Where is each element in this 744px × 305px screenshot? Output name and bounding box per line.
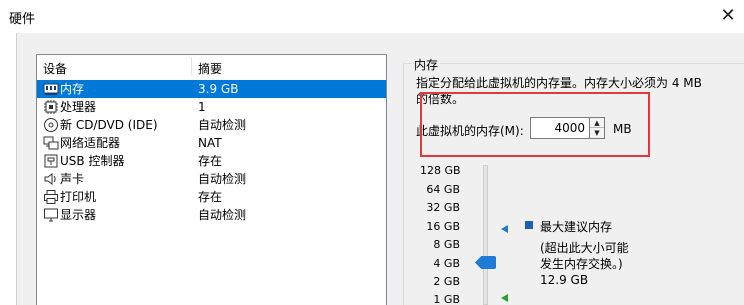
device-row-network[interactable]: 网络适配器 NAT	[37, 134, 386, 152]
device-summary: 存在	[198, 190, 223, 204]
device-summary: 自动检测	[198, 208, 247, 222]
memory-slider-track[interactable]	[483, 165, 488, 305]
display-icon	[44, 208, 58, 222]
device-row-cd-dvd[interactable]: 新 CD/DVD (IDE) 自动检测	[37, 116, 386, 134]
cpu-icon	[44, 100, 58, 114]
scale-tick: 32 GB	[426, 201, 460, 214]
network-icon	[43, 136, 59, 150]
usb-icon	[44, 154, 58, 168]
scale-tick: 1 GB	[433, 293, 460, 305]
device-name: USB 控制器	[60, 154, 125, 168]
device-summary: 自动检测	[198, 172, 247, 186]
recommended-max-legend-icon	[525, 221, 533, 229]
recommended-note-line1: (超出此大小可能	[540, 241, 629, 255]
device-name: 处理器	[60, 100, 97, 114]
window-title: 硬件	[9, 12, 36, 27]
device-name: 新 CD/DVD (IDE)	[60, 118, 158, 132]
cd-dvd-icon	[44, 118, 58, 132]
recommended-max-value: 12.9 GB	[540, 273, 589, 287]
column-header-device[interactable]: 设备	[43, 60, 67, 77]
annotation-highlight-box	[420, 92, 650, 157]
device-row-memory[interactable]: 内存 3.9 GB	[37, 80, 386, 98]
recommended-max-marker-icon	[501, 225, 508, 233]
device-summary: 存在	[198, 154, 223, 168]
device-row-display[interactable]: 显示器 自动检测	[37, 206, 386, 224]
minimum-marker-icon	[501, 294, 508, 302]
column-header-summary[interactable]: 摘要	[198, 60, 222, 77]
printer-icon	[44, 190, 58, 204]
memory-icon	[43, 83, 59, 95]
recommended-note-line2: 发生内存交换。)	[540, 257, 623, 271]
device-list[interactable]: 设备 摘要 内存 3.9 GB 处理器 1 新 CD/DVD (IDE) 自动检…	[36, 54, 387, 305]
device-list-header: 设备 摘要	[37, 55, 386, 77]
close-icon[interactable]: ✕	[718, 6, 738, 26]
device-summary: 3.9 GB	[198, 82, 239, 96]
scale-tick: 16 GB	[426, 220, 460, 233]
device-row-printer[interactable]: 打印机 存在	[37, 188, 386, 206]
scale-tick: 2 GB	[433, 275, 460, 288]
sound-icon	[44, 173, 56, 185]
device-name: 打印机	[60, 190, 97, 204]
device-name: 显示器	[60, 208, 97, 222]
memory-description-line1: 指定分配给此虚拟机的内存量。内存大小必须为 4 MB	[416, 76, 702, 90]
scale-tick: 8 GB	[433, 238, 460, 251]
scale-tick: 128 GB	[420, 164, 461, 177]
device-name: 内存	[60, 82, 85, 96]
recommended-max-label: 最大建议内存	[540, 220, 613, 234]
device-row-usb[interactable]: USB 控制器 存在	[37, 152, 386, 170]
device-row-cpu[interactable]: 处理器 1	[37, 98, 386, 116]
scale-tick: 4 GB	[433, 257, 460, 270]
device-name: 网络适配器	[60, 136, 121, 150]
device-summary: 1	[198, 100, 206, 114]
device-summary: NAT	[198, 136, 222, 150]
device-summary: 自动检测	[198, 118, 247, 132]
device-row-sound[interactable]: 声卡 自动检测	[37, 170, 386, 188]
device-name: 声卡	[60, 172, 85, 186]
title-bar: 硬件 ✕	[0, 0, 744, 32]
column-separator[interactable]	[191, 57, 192, 75]
memory-panel-title: 内存	[412, 56, 441, 73]
scale-tick: 64 GB	[426, 183, 460, 196]
